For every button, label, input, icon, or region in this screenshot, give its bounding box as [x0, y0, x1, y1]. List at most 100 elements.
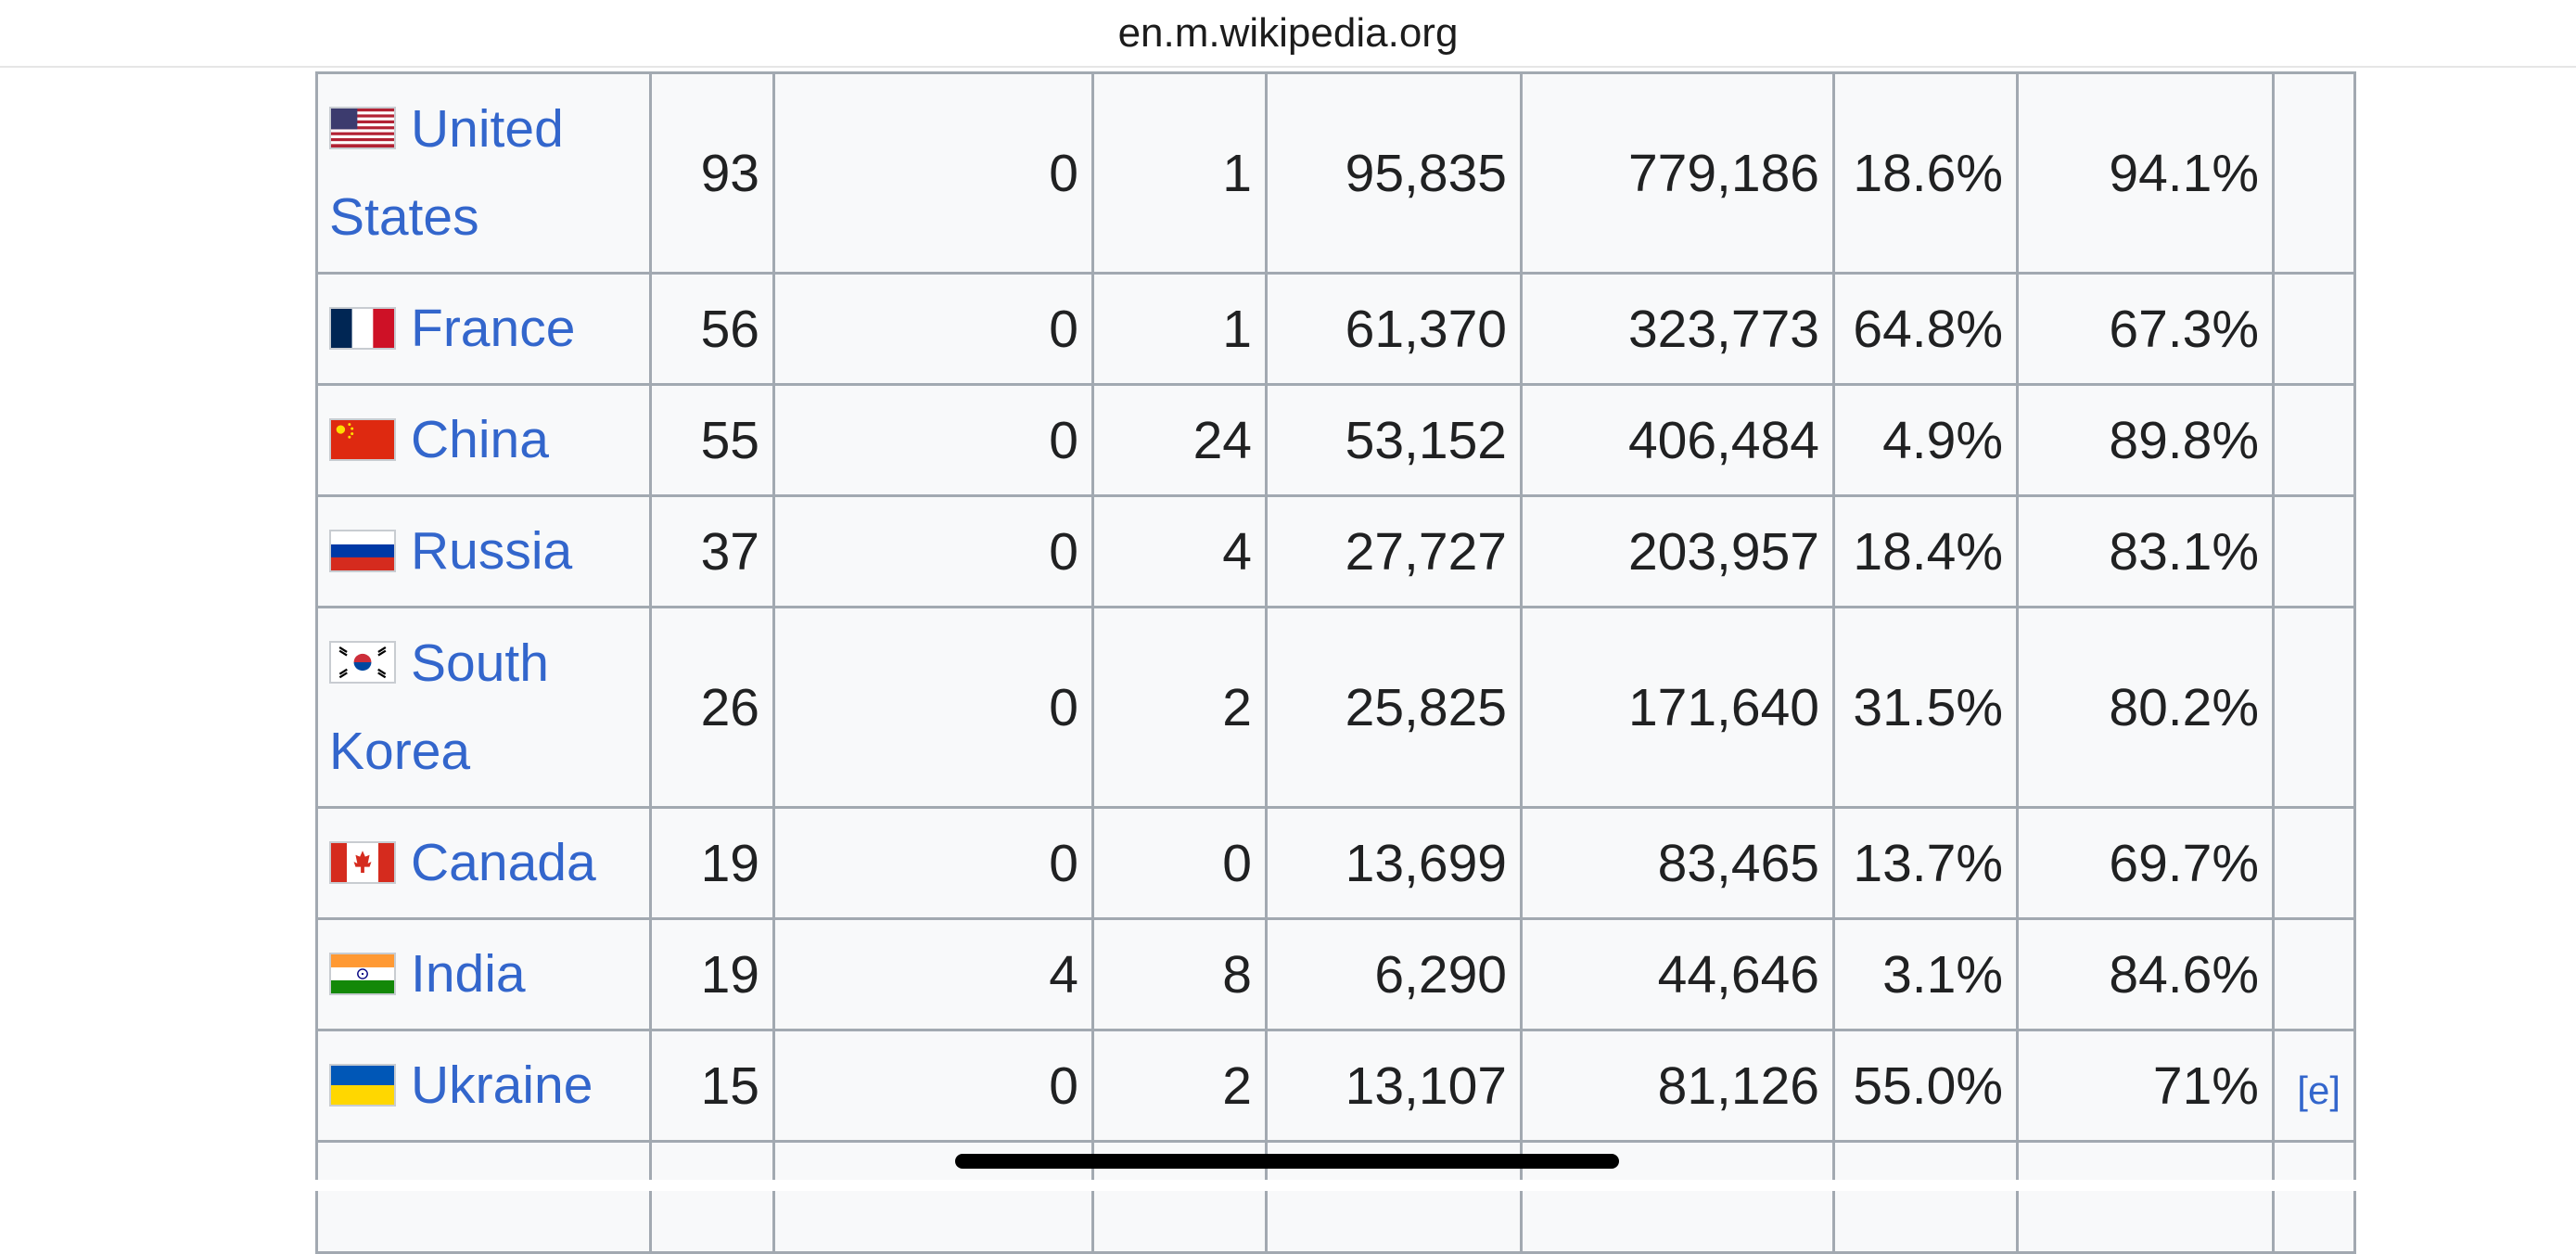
table-cell: 53,152: [1265, 383, 1523, 497]
table-cell: 19: [649, 806, 775, 920]
table-cell: [315, 1140, 652, 1254]
table-cell: 13,699: [1265, 806, 1523, 920]
table-cell: 2: [1091, 606, 1268, 809]
table-cell: 80.2%: [2016, 606, 2275, 809]
table-row: United States 93 0 1 95,835 779,186 18.6…: [315, 71, 2356, 275]
note-link[interactable]: [e]: [2297, 1068, 2340, 1112]
country-cell: Russia: [315, 494, 652, 608]
table-cell: 13,107: [1265, 1029, 1523, 1143]
table-cell: 55.0%: [1832, 1029, 2019, 1143]
table-cell: 18.6%: [1832, 71, 2019, 275]
table-cell: 37: [649, 494, 775, 608]
note-cell: [2272, 806, 2356, 920]
country-cell: India: [315, 917, 652, 1031]
country-cell: United States: [315, 71, 652, 275]
table-cell: 0: [772, 383, 1094, 497]
country-link[interactable]: Ukraine: [411, 1056, 593, 1115]
table-cell: 83,465: [1520, 806, 1835, 920]
france-flag-icon: [329, 306, 396, 350]
country-link[interactable]: Russia: [411, 521, 572, 581]
table-row: South Korea 26 0 2 25,825 171,640 31.5% …: [315, 606, 2356, 809]
table-cell: 61,370: [1265, 272, 1523, 386]
table-cell: 19: [649, 917, 775, 1031]
south-korea-flag-icon: [329, 641, 396, 685]
table-cell: 44,646: [1520, 917, 1835, 1031]
table-cell: 0: [1091, 806, 1268, 920]
table-cell: 2: [1091, 1029, 1268, 1143]
table-cell: 89.8%: [2016, 383, 2275, 497]
screen-bottom-edge: [0, 1180, 2576, 1191]
note-cell: [e]: [2272, 1029, 2356, 1143]
table-cell: 8: [1091, 917, 1268, 1031]
table-row: China 55 0 24 53,152 406,484 4.9% 89.8%: [315, 383, 2356, 497]
table-cell: 81,126: [1520, 1029, 1835, 1143]
country-link[interactable]: France: [411, 299, 575, 358]
table-row: India 19 4 8 6,290 44,646 3.1% 84.6%: [315, 917, 2356, 1031]
home-indicator[interactable]: [955, 1154, 1619, 1169]
country-link[interactable]: India: [411, 944, 526, 1004]
note-cell: [2272, 383, 2356, 497]
table-cell: 67.3%: [2016, 272, 2275, 386]
country-cell: Canada: [315, 806, 652, 920]
table-cell: 1: [1091, 71, 1268, 275]
table-row: Russia 37 0 4 27,727 203,957 18.4% 83.1%: [315, 494, 2356, 608]
table-cell: 84.6%: [2016, 917, 2275, 1031]
table-cell: 0: [772, 806, 1094, 920]
url-text[interactable]: en.m.wikipedia.org: [0, 6, 2576, 61]
table-cell: 15: [649, 1029, 775, 1143]
country-cell: France: [315, 272, 652, 386]
table-cell: 0: [772, 606, 1094, 809]
table-cell: 6,290: [1265, 917, 1523, 1031]
country-cell: Ukraine: [315, 1029, 652, 1143]
nuclear-power-table: United States 93 0 1 95,835 779,186 18.6…: [315, 71, 2356, 1254]
reactor-table-container: United States 93 0 1 95,835 779,186 18.6…: [315, 71, 2356, 1254]
table-cell: 55: [649, 383, 775, 497]
table-cell: 18.4%: [1832, 494, 2019, 608]
country-link[interactable]: China: [411, 410, 549, 469]
russia-flag-icon: [329, 529, 396, 572]
table-cell: 1: [1091, 272, 1268, 386]
table-cell: 31.5%: [1832, 606, 2019, 809]
note-cell: [2272, 494, 2356, 608]
table-cell: 94.1%: [2016, 71, 2275, 275]
table-cell: 323,773: [1520, 272, 1835, 386]
india-flag-icon: [329, 952, 396, 995]
country-link[interactable]: Canada: [411, 833, 596, 892]
china-flag-icon: [329, 417, 396, 461]
country-cell: China: [315, 383, 652, 497]
table-cell: 24: [1091, 383, 1268, 497]
table-cell: 93: [649, 71, 775, 275]
table-cell: 56: [649, 272, 775, 386]
table-row: France 56 0 1 61,370 323,773 64.8% 67.3%: [315, 272, 2356, 386]
table-cell: 25,825: [1265, 606, 1523, 809]
country-cell: South Korea: [315, 606, 652, 809]
browser-address-bar[interactable]: en.m.wikipedia.org: [0, 0, 2576, 68]
table-cell: 69.7%: [2016, 806, 2275, 920]
note-cell: [2272, 272, 2356, 386]
table-row: Ukraine 15 0 2 13,107 81,126 55.0% 71% […: [315, 1029, 2356, 1143]
us-flag-icon: [329, 107, 396, 150]
table-cell: 406,484: [1520, 383, 1835, 497]
table-cell: 0: [772, 1029, 1094, 1143]
table-cell: [2016, 1140, 2275, 1254]
canada-flag-icon: [329, 840, 396, 884]
note-cell: [2272, 71, 2356, 275]
table-cell: 83.1%: [2016, 494, 2275, 608]
table-cell: [649, 1140, 775, 1254]
table-cell: 203,957: [1520, 494, 1835, 608]
table-cell: 0: [772, 71, 1094, 275]
table-cell: [1832, 1140, 2019, 1254]
table-cell: 0: [772, 272, 1094, 386]
table-cell: [2272, 1140, 2356, 1254]
table-cell: 3.1%: [1832, 917, 2019, 1031]
table-cell: 71%: [2016, 1029, 2275, 1143]
table-cell: 13.7%: [1832, 806, 2019, 920]
table-cell: 171,640: [1520, 606, 1835, 809]
table-cell: 779,186: [1520, 71, 1835, 275]
table-cell: 0: [772, 494, 1094, 608]
table-cell: 4: [772, 917, 1094, 1031]
table-cell: 4.9%: [1832, 383, 2019, 497]
table-cell: 64.8%: [1832, 272, 2019, 386]
note-cell: [2272, 606, 2356, 809]
note-cell: [2272, 917, 2356, 1031]
